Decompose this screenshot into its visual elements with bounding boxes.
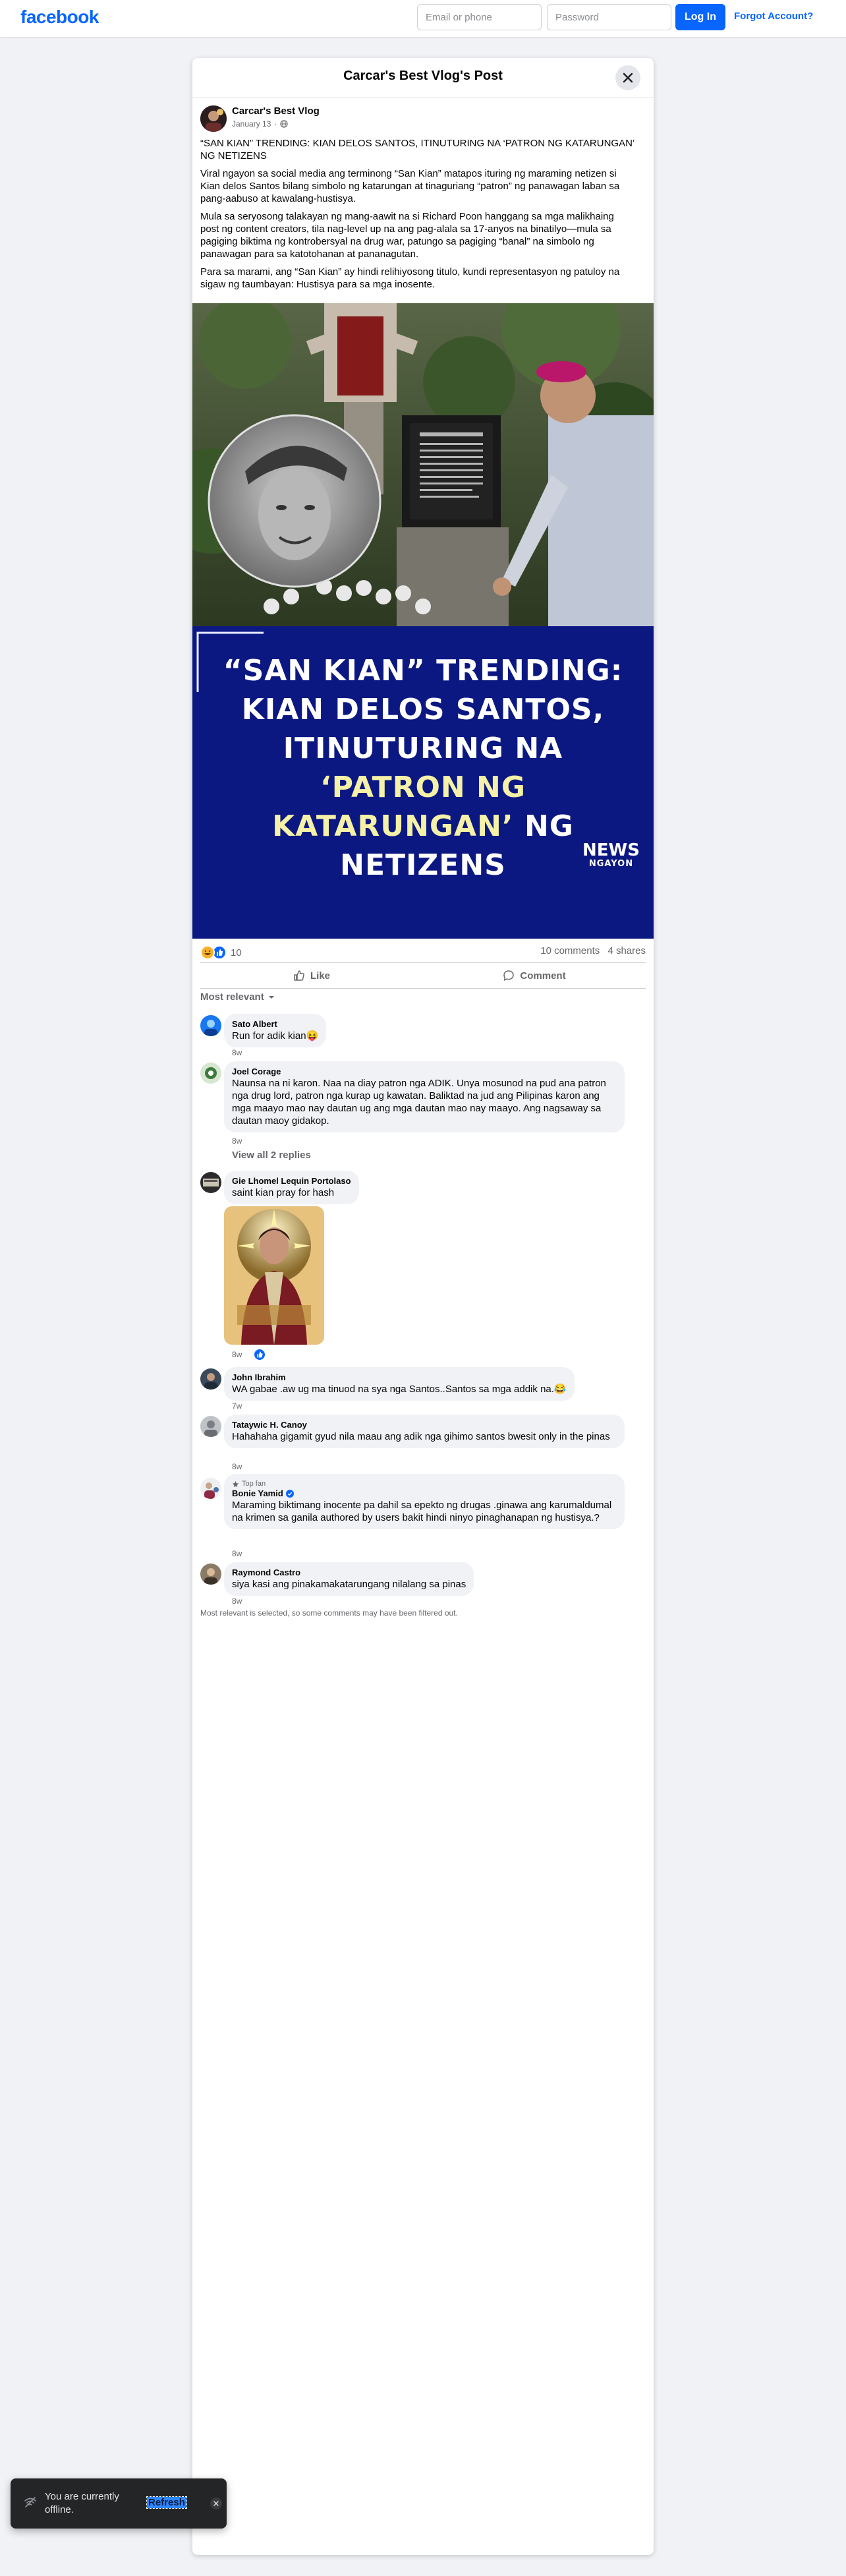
offline-toast: You are currently offline. Refresh [11, 2478, 227, 2529]
headline-highlight: ‘PATRON NG KATARUNGAN’ [272, 771, 526, 843]
close-button[interactable] [615, 65, 640, 90]
comment-text: WA gabae .aw ug ma tinuod na sya nga San… [232, 1384, 567, 1395]
reactions-count: 10 [231, 947, 242, 958]
dialog-header: Carcar's Best Vlog's Post [192, 58, 654, 98]
comment-text: siya kasi ang pinakamakatarungang nilala… [232, 1579, 466, 1590]
post-meta: January 13 · [232, 119, 288, 129]
comments-count[interactable]: 10 comments [540, 945, 600, 956]
comment-time[interactable]: 8w [232, 1048, 242, 1057]
post-actions: Like Comment [200, 962, 646, 989]
commenter-name[interactable]: Bonie Yamid [232, 1488, 283, 1499]
comment-time[interactable]: 8w [232, 1462, 242, 1471]
post-date[interactable]: January 13 [232, 119, 271, 129]
commenter-name[interactable]: Sato Albert [232, 1019, 318, 1030]
post-dialog: Carcar's Best Vlog's Post Carcar's Best … [192, 58, 654, 2555]
commenter-avatar[interactable] [200, 1478, 221, 1499]
haha-reaction-icon [200, 945, 215, 960]
comment-text: Hahahaha gigamit gyud nila maau ang adik… [232, 1431, 610, 1442]
comment-bubble: Joel Corage Naunsa na ni karon. Naa na d… [224, 1061, 625, 1132]
like-reaction-icon [253, 1348, 266, 1361]
password-input[interactable] [547, 4, 671, 30]
comment-time[interactable]: 8w [232, 1596, 242, 1606]
commenter-name[interactable]: Joel Corage [232, 1067, 617, 1077]
commenter-avatar[interactable] [200, 1063, 221, 1084]
commenter-name[interactable]: Gie Lhomel Lequin Portolaso [232, 1176, 351, 1186]
comment-photo[interactable] [224, 1206, 324, 1345]
toast-close-button[interactable] [210, 2498, 222, 2509]
post-paragraph: Mula sa seryosong talakayan ng mang-aawi… [200, 211, 614, 260]
post-image[interactable]: “SAN KIAN” TRENDING: KIAN DELOS SANTOS, … [192, 303, 654, 939]
author-name[interactable]: Carcar's Best Vlog [232, 105, 320, 117]
top-bar: facebook Log In Forgot Account? [0, 0, 846, 37]
news-headline: “SAN KIAN” TRENDING: KIAN DELOS SANTOS, … [223, 654, 623, 882]
thumbs-up-icon [294, 970, 304, 981]
globe-icon [280, 120, 288, 128]
post-paragraph: Viral ngayon sa social media ang termino… [200, 168, 620, 204]
post-text: “SAN KIAN” TRENDING: KIAN DELOS SANTOS, … [200, 137, 635, 296]
offline-message: You are currently offline. [45, 2491, 119, 2515]
comment-bubble: Sato Albert Run for adik kian😝 [224, 1014, 327, 1047]
comment-bubble: Gie Lhomel Lequin Portolaso saint kian p… [224, 1171, 359, 1204]
author-avatar[interactable] [200, 105, 227, 132]
comment-time[interactable]: 7w [232, 1401, 242, 1411]
comment-bubble: John Ibrahim WA gabae .aw ug ma tinuod n… [224, 1367, 575, 1401]
login-button[interactable]: Log In [675, 4, 725, 30]
commenter-avatar[interactable] [200, 1564, 221, 1585]
commenter-name[interactable]: Raymond Castro [232, 1567, 466, 1578]
comment-text: Run for adik kian😝 [232, 1030, 319, 1041]
view-replies-link[interactable]: View all 2 replies [232, 1150, 311, 1161]
close-icon [623, 73, 633, 83]
like-button[interactable]: Like [200, 963, 423, 988]
commenter-name[interactable]: Tataywic H. Canoy [232, 1420, 617, 1430]
comment-bubble: Tataywic H. Canoy Hahahaha gigamit gyud … [224, 1415, 625, 1448]
commenter-avatar[interactable] [200, 1416, 221, 1437]
comment-time[interactable]: 8w [232, 1549, 242, 1558]
commenter-avatar[interactable] [200, 1015, 221, 1036]
offline-icon [24, 2497, 36, 2507]
email-input[interactable] [417, 4, 542, 30]
comment-text: Naunsa na ni karon. Naa na diay patron n… [232, 1078, 606, 1127]
top-fan-icon [232, 1480, 239, 1487]
commenter-avatar[interactable] [200, 1368, 221, 1390]
commenter-name-row: Bonie Yamid [232, 1488, 617, 1499]
close-icon [213, 2501, 219, 2506]
comment-time[interactable]: 8w [232, 1350, 242, 1359]
chevron-down-icon [268, 995, 274, 999]
reaction-summary[interactable]: 10 [200, 945, 242, 960]
comment-time[interactable]: 8w [232, 1136, 242, 1146]
post-stats: 10 10 comments 4 shares [200, 944, 646, 960]
top-fan-badge: Top fan [232, 1479, 617, 1488]
comment-text: saint kian pray for hash [232, 1187, 335, 1198]
facebook-logo[interactable]: facebook [20, 7, 99, 28]
comment-share-counts: 10 comments 4 shares [540, 945, 646, 956]
news-banner: “SAN KIAN” TRENDING: KIAN DELOS SANTOS, … [192, 626, 654, 939]
news-photo [192, 303, 654, 626]
comment-text: Maraming biktimang inocente pa dahil sa … [232, 1500, 612, 1523]
news-ngayon-logo: NEWS NGAYON [582, 840, 640, 869]
post-paragraph: “SAN KIAN” TRENDING: KIAN DELOS SANTOS, … [200, 138, 634, 161]
comment-bubble: Top fan Bonie Yamid Maraming biktimang i… [224, 1474, 625, 1529]
verified-badge-icon [285, 1490, 294, 1498]
comment-sort-dropdown[interactable]: Most relevant [200, 991, 275, 1003]
dialog-title: Carcar's Best Vlog's Post [343, 69, 503, 83]
commenter-avatar[interactable] [200, 1172, 221, 1193]
comment-button[interactable]: Comment [423, 963, 646, 988]
comment-bubble: Raymond Castro siya kasi ang pinakamakat… [224, 1562, 474, 1596]
shares-count[interactable]: 4 shares [607, 945, 646, 956]
refresh-button[interactable]: Refresh [146, 2496, 187, 2509]
forgot-account-link[interactable]: Forgot Account? [734, 11, 813, 22]
filter-note: Most relevant is selected, so some comme… [200, 1608, 458, 1618]
commenter-name[interactable]: John Ibrahim [232, 1372, 567, 1383]
comment-icon [503, 970, 515, 981]
post-paragraph: Para sa marami, ang “San Kian” ay hindi … [200, 266, 620, 290]
